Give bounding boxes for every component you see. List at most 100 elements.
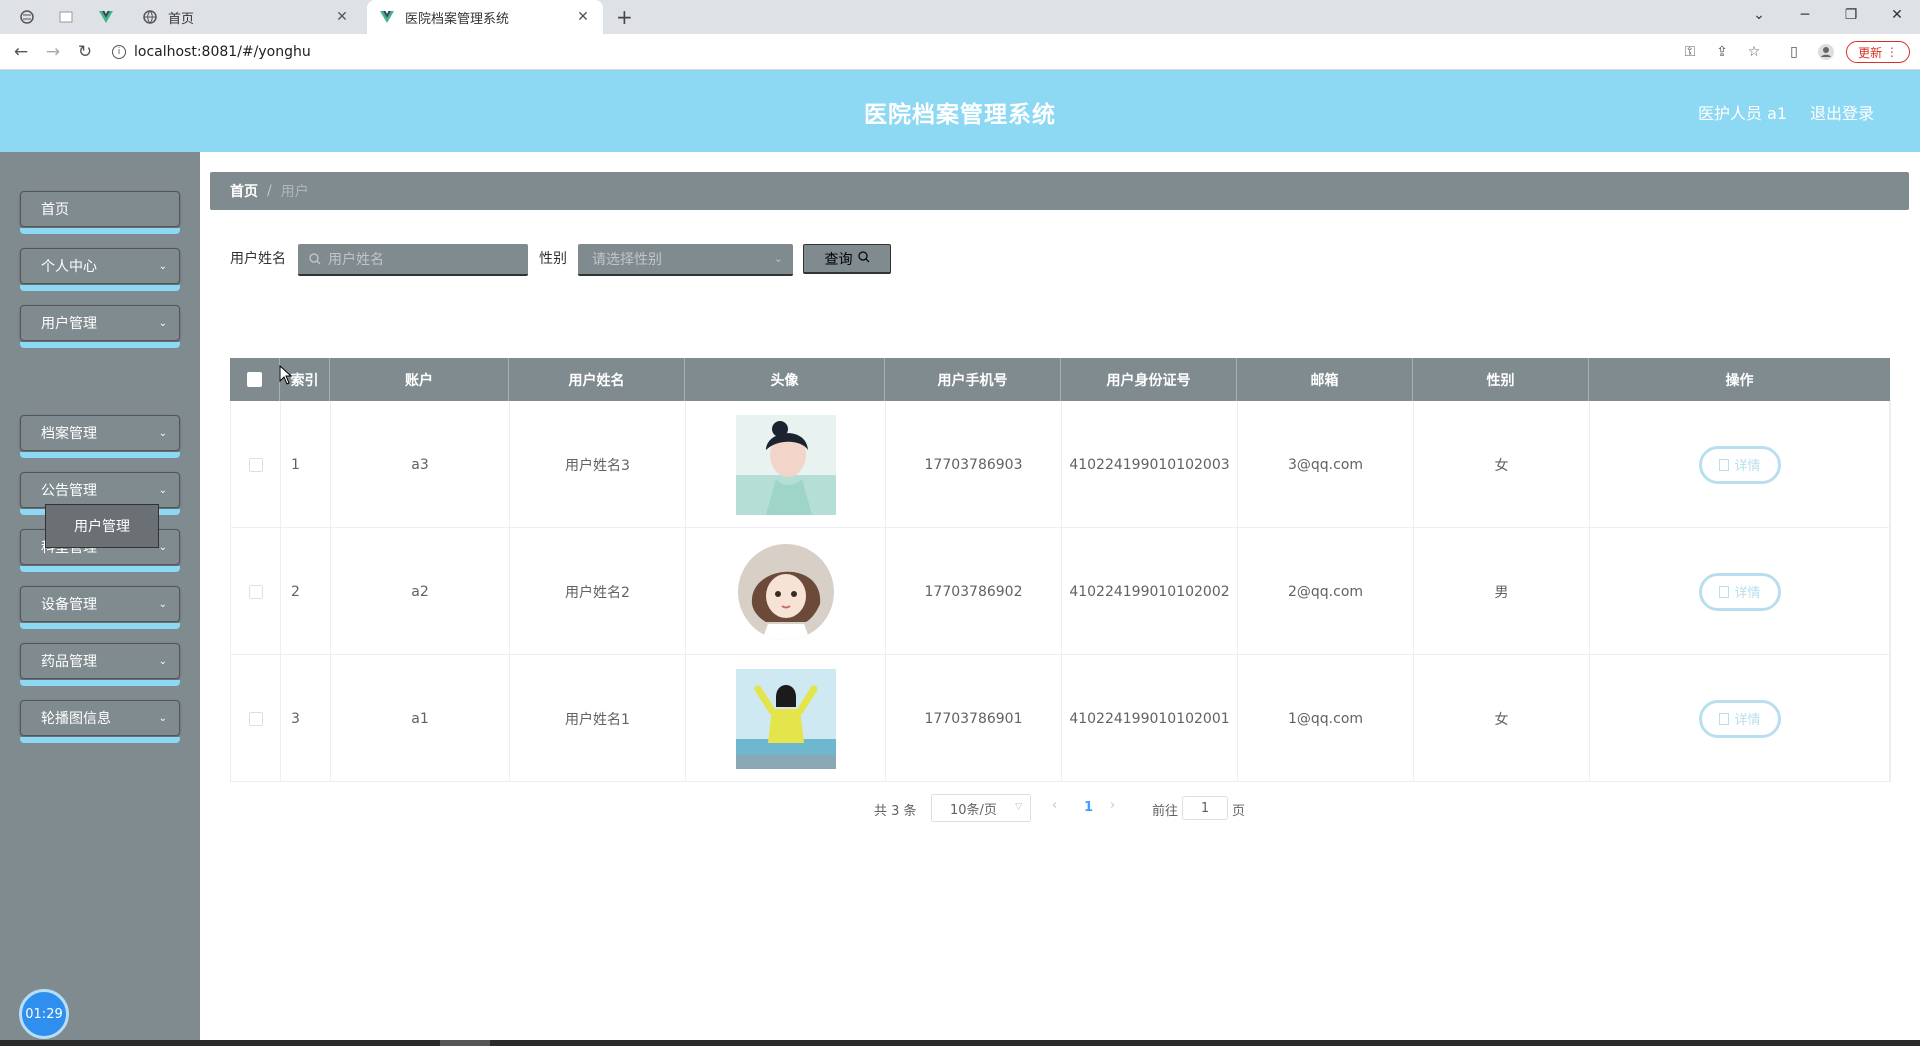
page-size-select[interactable]: 10条/页 ▽ xyxy=(931,794,1031,822)
minimize-icon[interactable]: ─ xyxy=(1782,0,1828,30)
close-tab-icon[interactable]: ✕ xyxy=(575,9,591,25)
detail-button[interactable]: 详情 xyxy=(1699,445,1781,484)
table-row[interactable]: 3 a1 用户姓名1 17703786901 410224199010102001 1@q… xyxy=(230,655,1891,782)
sidebar-item-button[interactable]: 用户管理 ⌄ xyxy=(20,305,180,341)
breadcrumb-home[interactable]: 首页 xyxy=(230,181,258,201)
breadcrumb-current: 用户 xyxy=(280,184,309,200)
timer-badge: 01:29 xyxy=(19,989,69,1039)
vue-icon[interactable] xyxy=(96,7,116,27)
close-window-icon[interactable]: ✕ xyxy=(1874,0,1920,30)
sidebar-item-label: 药品管理 xyxy=(41,654,97,670)
table-cell: 用户姓名3 xyxy=(510,401,686,528)
sidebar-item-button[interactable]: 公告管理 ⌄ xyxy=(20,472,180,508)
sidepanel-icon[interactable]: ▯ xyxy=(1784,42,1804,62)
table-cell xyxy=(686,528,886,655)
sidebar-item[interactable]: 个人中心 ⌄ xyxy=(20,248,180,292)
table-row[interactable]: 1 a3 用户姓名3 17703786903 410224199010102003 3@q… xyxy=(230,401,1891,528)
profile-icon[interactable] xyxy=(1816,42,1836,62)
tab-home[interactable]: 首页 ✕ xyxy=(130,0,362,34)
sidebar-item[interactable]: 药品管理 ⌄ xyxy=(20,643,180,687)
cell-phone: 17703786901 xyxy=(924,710,1023,727)
column-header-label: 用户手机号 xyxy=(937,372,1008,389)
tab-search-icon[interactable]: ⌄ xyxy=(1736,0,1782,30)
detail-button[interactable]: 详情 xyxy=(1699,572,1781,611)
table-cell[interactable] xyxy=(231,528,281,655)
row-checkbox[interactable] xyxy=(248,711,263,726)
key-icon[interactable]: ⚿ xyxy=(1680,42,1700,62)
table-cell: 详情 xyxy=(1590,401,1891,528)
sidebar-item[interactable]: 用户管理 ⌄ xyxy=(20,305,180,349)
page-number-current[interactable]: 1 xyxy=(1084,800,1093,815)
detail-button[interactable]: 详情 xyxy=(1699,699,1781,738)
avatar-image xyxy=(737,543,834,640)
table-cell: a2 xyxy=(331,528,510,655)
pinned-tab-icon[interactable] xyxy=(17,7,37,27)
sidebar-item-label: 档案管理 xyxy=(41,426,97,442)
goto-page-input[interactable]: 1 xyxy=(1182,796,1228,820)
sidebar-item-button[interactable]: 档案管理 ⌄ xyxy=(20,415,180,451)
row-checkbox[interactable] xyxy=(248,457,263,472)
tab-hospital-system[interactable]: 医院档案管理系统 ✕ xyxy=(367,0,603,34)
cell-phone: 17703786903 xyxy=(924,456,1023,473)
name-placeholder: 用户姓名 xyxy=(328,252,384,268)
sidebar-item[interactable]: 轮播图信息 ⌄ xyxy=(20,700,180,744)
sidebar-item-underline xyxy=(20,623,180,629)
reload-icon[interactable]: ↻ xyxy=(74,41,96,63)
address-bar[interactable]: i localhost:8081/#/yonghu xyxy=(112,40,311,64)
query-button[interactable]: 查询 xyxy=(803,244,891,274)
sidebar-subitem-user-management[interactable]: 用户管理 xyxy=(45,504,159,548)
chevron-down-icon: ⌄ xyxy=(158,599,167,610)
site-info-icon[interactable]: i xyxy=(112,45,126,59)
table-cell: a1 xyxy=(331,655,510,782)
column-header: 操作 xyxy=(1589,358,1890,401)
table-cell: 410224199010102001 xyxy=(1062,655,1238,782)
close-tab-icon[interactable]: ✕ xyxy=(334,9,350,25)
gender-select[interactable]: 请选择性别 ⌄ xyxy=(578,244,793,276)
select-all-checkbox[interactable] xyxy=(247,372,262,387)
sidebar-item-button[interactable]: 轮播图信息 ⌄ xyxy=(20,700,180,736)
chevron-down-icon: ⌄ xyxy=(773,252,783,265)
name-search-input[interactable]: 用户姓名 xyxy=(298,244,528,276)
prev-page-icon[interactable]: ‹ xyxy=(1052,798,1057,813)
query-label: 查询 xyxy=(824,251,853,268)
total-count: 共 3 条 xyxy=(874,804,917,819)
column-header-label: 邮箱 xyxy=(1310,372,1339,389)
sidebar-item[interactable]: 档案管理 ⌄ xyxy=(20,415,180,459)
table-cell: 男 xyxy=(1414,528,1590,655)
pinned-tab-icon[interactable] xyxy=(56,7,76,27)
table-cell[interactable] xyxy=(231,401,281,528)
next-page-icon[interactable]: › xyxy=(1110,798,1115,813)
bottom-scrollbar[interactable] xyxy=(0,1040,1920,1046)
page-unit-label: 页 xyxy=(1232,804,1246,819)
chevron-down-icon: ⌄ xyxy=(158,542,167,553)
table-cell[interactable] xyxy=(231,655,281,782)
column-header: 邮箱 xyxy=(1237,358,1413,401)
sidebar-item-button[interactable]: 首页 xyxy=(20,191,180,227)
table-cell: 1@qq.com xyxy=(1238,655,1414,782)
forward-icon[interactable]: → xyxy=(42,41,64,63)
logout-link[interactable]: 退出登录 xyxy=(1810,100,1874,124)
select-all-cell[interactable] xyxy=(230,358,280,401)
restore-icon[interactable]: ❐ xyxy=(1828,0,1874,30)
tab-title: 医院档案管理系统 xyxy=(405,11,510,27)
star-icon[interactable]: ☆ xyxy=(1744,42,1764,62)
name-label: 用户姓名 xyxy=(230,251,286,267)
column-header-label: 账户 xyxy=(405,372,433,389)
page-size-value: 10条/页 xyxy=(950,802,997,818)
gender-label: 性别 xyxy=(539,251,567,267)
new-tab-button[interactable]: + xyxy=(616,5,633,29)
update-button[interactable]: 更新 ⋮ xyxy=(1846,41,1910,63)
sidebar-item-button[interactable]: 个人中心 ⌄ xyxy=(20,248,180,284)
row-checkbox[interactable] xyxy=(248,584,263,599)
column-header: 用户手机号 xyxy=(885,358,1061,401)
sidebar-item-button[interactable]: 设备管理 ⌄ xyxy=(20,586,180,622)
sidebar-item[interactable]: 设备管理 ⌄ xyxy=(20,586,180,630)
sidebar-item[interactable]: 首页 xyxy=(20,191,180,235)
sidebar-item-label: 用户管理 xyxy=(41,316,97,332)
scrollbar-thumb[interactable] xyxy=(440,1040,490,1046)
table-row[interactable]: 2 a2 用户姓名2 17703786902 410224199010102002 2@q… xyxy=(230,528,1891,655)
sidebar-item-button[interactable]: 药品管理 ⌄ xyxy=(20,643,180,679)
share-icon[interactable]: ⇪ xyxy=(1712,42,1732,62)
cell-account: a1 xyxy=(411,710,429,727)
back-icon[interactable]: ← xyxy=(10,41,32,63)
